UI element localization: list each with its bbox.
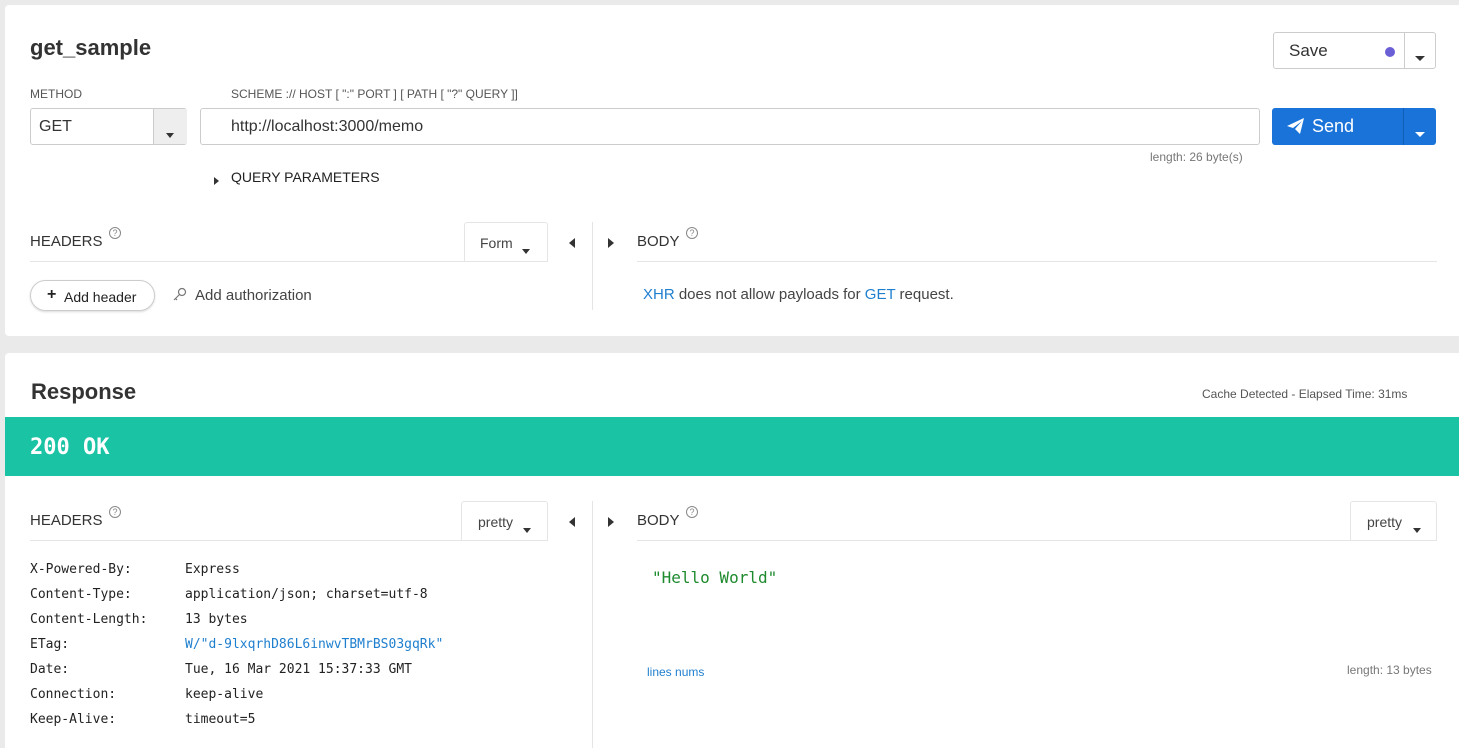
chevron-down-icon — [1413, 520, 1421, 538]
response-body-content[interactable]: "Hello World" — [652, 568, 777, 587]
etag-value-link[interactable]: W/"d-9lxqrhD86L6inwvTBMrBS03gqRk" — [185, 637, 443, 652]
add-header-label: Add header — [64, 289, 137, 305]
get-link[interactable]: GET — [865, 286, 896, 303]
url-value: http://localhost:3000/memo — [231, 118, 424, 135]
header-key: Connection: — [30, 687, 117, 702]
response-headers-format-select[interactable]: pretty — [461, 501, 548, 541]
send-button[interactable]: Send — [1272, 108, 1436, 145]
header-value: Express — [185, 562, 240, 577]
send-button-label: Send — [1312, 116, 1355, 136]
collapse-left-icon[interactable] — [569, 235, 575, 253]
plus-icon: + — [47, 286, 57, 303]
body-title: BODY — [637, 233, 680, 250]
unsaved-dot-icon — [1385, 47, 1395, 57]
header-value: timeout=5 — [185, 712, 256, 727]
method-value: GET — [39, 118, 72, 135]
header-row: Content-Type: application/json; charset=u… — [30, 587, 570, 612]
body-message: XHR does not allow payloads for GET requ… — [643, 286, 954, 303]
help-icon[interactable]: ? — [109, 227, 121, 239]
save-button[interactable]: Save — [1273, 32, 1436, 69]
response-headers-list: X-Powered-By: Express Content-Type: applic… — [30, 562, 570, 737]
header-key: Content-Length: — [30, 612, 148, 627]
add-header-button[interactable]: + Add header — [30, 280, 155, 311]
paper-plane-icon — [1287, 118, 1305, 140]
header-row: Date: Tue, 16 Mar 2021 15:37:33 GMT — [30, 662, 570, 687]
help-icon[interactable]: ? — [686, 506, 698, 518]
header-key: Date: — [30, 662, 70, 677]
response-headers-format-value: pretty — [478, 514, 514, 530]
header-row: Keep-Alive: timeout=5 — [30, 712, 570, 737]
header-row: X-Powered-By: Express — [30, 562, 570, 587]
response-panel: Response Cache Detected - Elapsed Time: … — [5, 353, 1459, 748]
url-label: SCHEME :// HOST [ ":" PORT ] [ PATH [ "?… — [231, 87, 518, 101]
response-headers-title: HEADERS — [30, 512, 103, 529]
header-row: Connection: keep-alive — [30, 687, 570, 712]
url-length: length: 26 byte(s) — [1150, 150, 1243, 164]
add-authorization-label: Add authorization — [195, 287, 312, 304]
header-value: application/json; charset=utf-8 — [185, 587, 428, 602]
method-label: METHOD — [30, 87, 82, 101]
help-icon[interactable]: ? — [109, 506, 121, 518]
response-title: Response — [31, 379, 137, 404]
save-button-label: Save — [1289, 41, 1328, 60]
response-body-length: length: 13 bytes — [1347, 663, 1432, 677]
status-banner: 200 OK — [5, 417, 1459, 476]
xhr-link[interactable]: XHR — [643, 286, 675, 303]
expand-right-icon[interactable] — [608, 235, 614, 253]
chevron-down-icon[interactable] — [1415, 48, 1425, 66]
status-text: 200 OK — [30, 435, 110, 460]
chevron-down-icon[interactable] — [1415, 124, 1425, 142]
header-value: keep-alive — [185, 687, 264, 702]
chevron-down-icon — [522, 241, 530, 259]
chevron-down-icon — [523, 520, 531, 538]
method-select[interactable]: GET — [30, 108, 187, 145]
response-body-format-value: pretty — [1367, 514, 1403, 530]
key-icon — [173, 287, 187, 306]
caret-right-icon — [214, 172, 219, 190]
header-row: Content-Length: 13 bytes — [30, 612, 570, 637]
response-body-format-select[interactable]: pretty — [1350, 501, 1437, 541]
request-panel: get_sample Save METHOD GET SCHEME :// HO… — [5, 5, 1459, 336]
header-key: Content-Type: — [30, 587, 132, 602]
headers-title: HEADERS — [30, 233, 103, 250]
header-key: Keep-Alive: — [30, 712, 117, 727]
response-body-title: BODY — [637, 512, 680, 529]
header-row: ETag: W/"d-9lxqrhD86L6inwvTBMrBS03gqRk" — [30, 637, 570, 662]
header-value: Tue, 16 Mar 2021 15:37:33 GMT — [185, 662, 412, 677]
header-key: ETag: — [30, 637, 70, 652]
collapse-left-icon[interactable] — [569, 514, 575, 532]
help-icon[interactable]: ? — [686, 227, 698, 239]
header-key: X-Powered-By: — [30, 562, 132, 577]
response-meta: Cache Detected - Elapsed Time: 31ms — [1202, 387, 1408, 401]
header-value: 13 bytes — [185, 612, 248, 627]
url-input[interactable]: http://localhost:3000/memo — [200, 108, 1260, 145]
headers-format-select[interactable]: Form — [464, 222, 548, 262]
headers-format-value: Form — [480, 235, 513, 251]
query-parameters-label: QUERY PARAMETERS — [231, 169, 380, 185]
expand-right-icon[interactable] — [608, 514, 614, 532]
chevron-down-icon — [166, 125, 174, 143]
lines-nums-toggle[interactable]: lines nums — [647, 665, 704, 679]
request-name: get_sample — [30, 35, 152, 60]
